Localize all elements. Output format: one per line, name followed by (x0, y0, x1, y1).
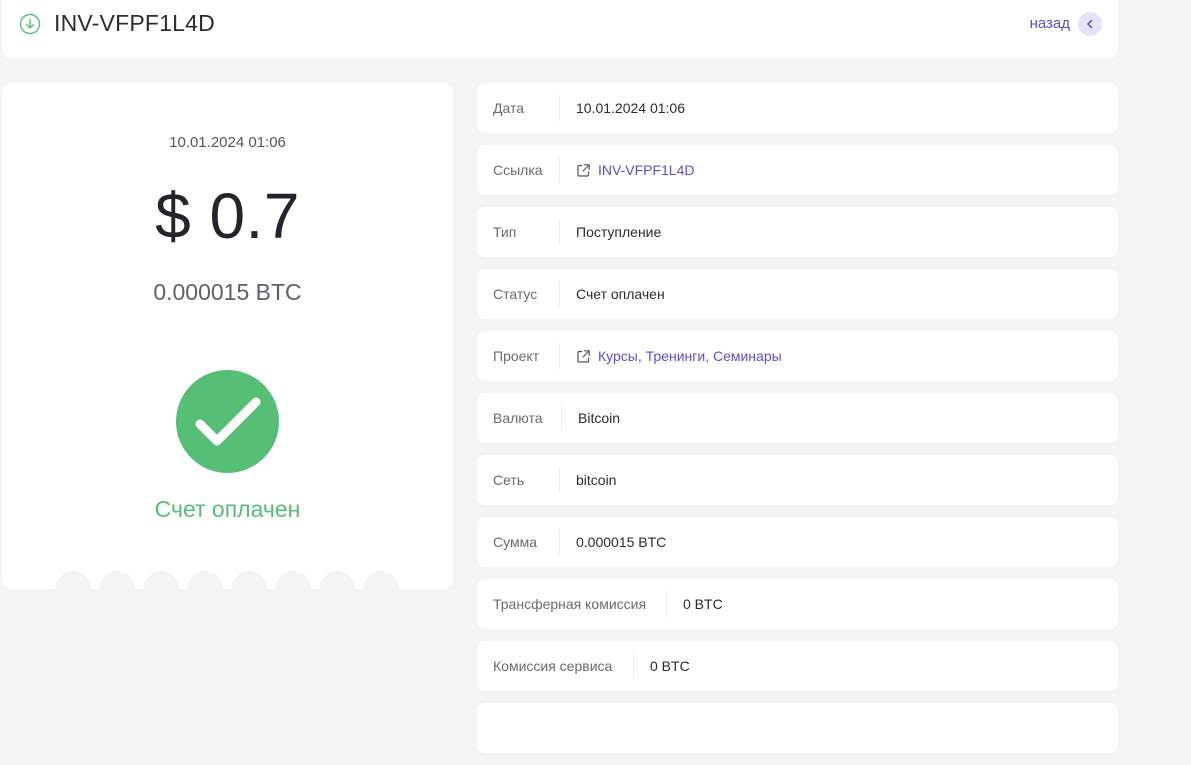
detail-label: Сеть (477, 467, 560, 493)
detail-row-currency: Валюта Bitcoin (477, 393, 1118, 443)
project-link-text[interactable]: Курсы, Тренинги, Семинары (598, 348, 782, 364)
external-link-icon (577, 349, 590, 363)
detail-value: 0 BTC (650, 658, 690, 674)
payment-date: 10.01.2024 01:06 (169, 134, 286, 151)
ticket-edge-notch (231, 571, 267, 589)
success-badge (176, 370, 279, 473)
ticket-edge-notch (319, 571, 355, 589)
invoice-title: INV-VFPF1L4D (54, 10, 215, 36)
payment-amount-usd: $ 0.7 (155, 180, 300, 252)
detail-row-project: Проект Курсы, Тренинги, Семинары (477, 331, 1118, 381)
ticket-edge-notch (55, 571, 91, 589)
detail-row-status: Статус Счет оплачен (477, 269, 1118, 319)
external-link-icon (577, 163, 590, 177)
payment-status-label: Счет оплачен (154, 496, 301, 522)
back-button[interactable] (1078, 12, 1102, 36)
ticket-edge-notch (275, 571, 311, 589)
detail-label: Проект (477, 343, 560, 369)
detail-value: Bitcoin (578, 410, 621, 426)
detail-row-partial (477, 703, 1118, 753)
ticket-edge-notch (143, 571, 179, 589)
detail-label: Тип (477, 219, 560, 245)
detail-value: Счет оплачен (576, 286, 665, 302)
ticket-edge-notch (99, 571, 135, 589)
detail-label: Комиссия сервиса (477, 653, 634, 679)
detail-value: 0.000015 BTC (576, 534, 667, 550)
detail-label: Сумма (477, 529, 560, 555)
detail-row-service-fee: Комиссия сервиса 0 BTC (477, 641, 1118, 691)
invoice-details-list: Дата 10.01.2024 01:06 Ссылка INV-VFPF1L4… (477, 83, 1118, 765)
detail-label: Трансферная комиссия (477, 591, 667, 617)
payment-summary-card: 10.01.2024 01:06 $ 0.7 0.000015 BTC Счет… (2, 83, 453, 589)
detail-row-link: Ссылка INV-VFPF1L4D (477, 145, 1118, 195)
invoice-link-text[interactable]: INV-VFPF1L4D (598, 162, 694, 178)
invoice-link[interactable]: INV-VFPF1L4D (560, 162, 694, 178)
chevron-left-icon (1087, 19, 1093, 29)
payment-amount-crypto: 0.000015 BTC (153, 279, 302, 305)
detail-label: Валюта (477, 405, 562, 431)
detail-row-type: Тип Поступление (477, 207, 1118, 257)
detail-label: Ссылка (477, 157, 560, 183)
detail-value: bitcoin (576, 472, 617, 488)
back-link[interactable]: назад (1030, 15, 1070, 32)
detail-label: Статус (477, 281, 560, 307)
detail-value: 0 BTC (683, 596, 723, 612)
detail-value: Поступление (576, 224, 662, 240)
detail-row-date: Дата 10.01.2024 01:06 (477, 83, 1118, 133)
detail-row-sum: Сумма 0.000015 BTC (477, 517, 1118, 567)
ticket-edge-notch (363, 571, 399, 589)
detail-label: Дата (477, 95, 560, 121)
download-circle-icon (19, 13, 41, 35)
project-link[interactable]: Курсы, Тренинги, Семинары (560, 348, 782, 364)
detail-row-network: Сеть bitcoin (477, 455, 1118, 505)
check-icon (195, 397, 261, 446)
invoice-header: INV-VFPF1L4D назад (2, 0, 1118, 58)
detail-row-transfer-fee: Трансферная комиссия 0 BTC (477, 579, 1118, 629)
detail-value: 10.01.2024 01:06 (576, 100, 685, 116)
ticket-edge-notch (187, 571, 223, 589)
